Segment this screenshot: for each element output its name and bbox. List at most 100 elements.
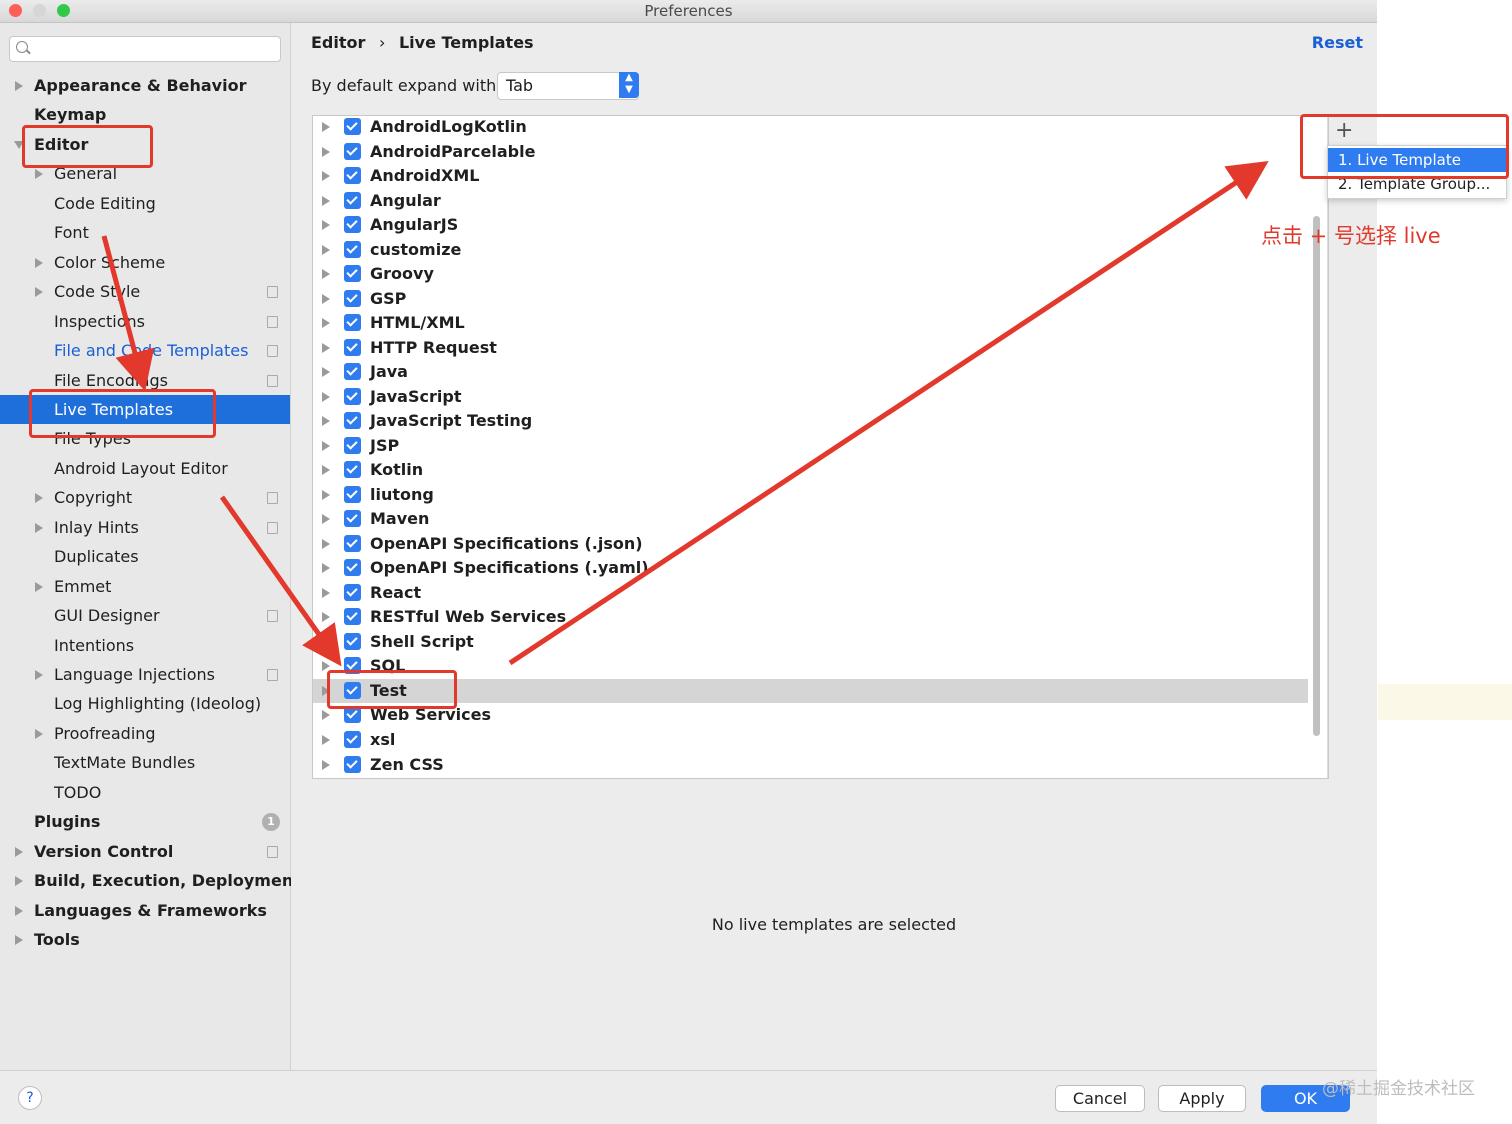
template-group-checkbox[interactable] <box>344 436 361 454</box>
template-group-row[interactable]: OpenAPI Specifications (.yaml) <box>313 556 1308 580</box>
chevron-right-icon[interactable] <box>322 244 330 255</box>
sidebar-item[interactable]: Appearance & Behavior <box>0 71 290 100</box>
template-group-row[interactable]: GSP <box>313 287 1308 311</box>
template-group-row[interactable]: OpenAPI Specifications (.json) <box>313 532 1308 556</box>
template-group-row[interactable]: SQL <box>313 654 1308 678</box>
chevron-right-icon[interactable] <box>322 514 330 525</box>
template-group-row[interactable]: JavaScript Testing <box>313 409 1308 433</box>
template-group-checkbox[interactable] <box>344 363 361 381</box>
template-group-checkbox[interactable] <box>344 755 361 773</box>
template-group-row[interactable]: Angular <box>313 189 1308 213</box>
template-group-row[interactable]: AngularJS <box>313 213 1308 237</box>
close-window-button[interactable] <box>9 4 22 17</box>
template-group-checkbox[interactable] <box>344 412 361 430</box>
template-group-row[interactable]: RESTful Web Services <box>313 605 1308 629</box>
sidebar-item[interactable]: Emmet <box>0 572 290 601</box>
minimize-window-button[interactable] <box>33 4 46 17</box>
sidebar-item[interactable]: Version Control <box>0 837 290 866</box>
sidebar-item[interactable]: Code Editing <box>0 189 290 218</box>
chevron-right-icon[interactable] <box>322 269 330 280</box>
template-group-checkbox[interactable] <box>344 510 361 528</box>
template-group-row[interactable]: AndroidXML <box>313 164 1308 188</box>
template-group-row[interactable]: HTTP Request <box>313 336 1308 360</box>
template-group-row[interactable]: liutong <box>313 483 1308 507</box>
template-group-checkbox[interactable] <box>344 216 361 234</box>
chevron-right-icon[interactable] <box>322 122 330 132</box>
template-group-row[interactable]: JavaScript <box>313 385 1308 409</box>
sidebar-item[interactable]: Tools <box>0 925 290 954</box>
template-group-checkbox[interactable] <box>344 706 361 724</box>
sidebar-item[interactable]: Android Layout Editor <box>0 454 290 483</box>
template-group-checkbox[interactable] <box>344 142 361 160</box>
template-group-checkbox[interactable] <box>344 338 361 356</box>
sidebar-item[interactable]: Inlay Hints <box>0 513 290 542</box>
template-group-row[interactable]: xsl <box>313 728 1308 752</box>
chevron-right-icon[interactable] <box>322 440 330 451</box>
template-group-row[interactable]: Maven <box>313 507 1308 531</box>
chevron-right-icon[interactable] <box>15 81 23 91</box>
chevron-right-icon[interactable] <box>322 416 330 427</box>
sidebar-item[interactable]: File and Code Templates <box>0 336 290 365</box>
chevron-right-icon[interactable] <box>322 318 330 329</box>
template-group-row[interactable]: Shell Script <box>313 630 1308 654</box>
template-group-row[interactable]: Kotlin <box>313 458 1308 482</box>
chevron-right-icon[interactable] <box>322 538 330 549</box>
template-group-checkbox[interactable] <box>344 608 361 626</box>
chevron-right-icon[interactable] <box>322 612 330 623</box>
template-group-checkbox[interactable] <box>344 559 361 577</box>
chevron-right-icon[interactable] <box>322 293 330 304</box>
template-group-checkbox[interactable] <box>344 167 361 185</box>
chevron-right-icon[interactable] <box>322 735 330 745</box>
sidebar-item[interactable]: Duplicates <box>0 542 290 571</box>
template-group-row[interactable]: HTML/XML <box>313 311 1308 335</box>
reset-link[interactable]: Reset <box>1312 33 1363 52</box>
zoom-window-button[interactable] <box>57 4 70 17</box>
cancel-button[interactable]: Cancel <box>1055 1085 1145 1112</box>
template-group-checkbox[interactable] <box>344 387 361 405</box>
template-group-row[interactable]: Zen CSS <box>313 753 1308 777</box>
template-group-row[interactable]: AndroidParcelable <box>313 140 1308 164</box>
chevron-right-icon[interactable] <box>35 493 43 504</box>
sidebar-item[interactable]: Build, Execution, Deployment <box>0 866 301 895</box>
template-group-row[interactable]: Web Services <box>313 703 1308 727</box>
template-group-checkbox[interactable] <box>344 118 361 135</box>
template-group-row[interactable]: Test <box>313 678 1308 703</box>
apply-button[interactable]: Apply <box>1158 1085 1246 1112</box>
chevron-right-icon[interactable] <box>322 220 330 231</box>
chevron-right-icon[interactable] <box>15 905 23 916</box>
sidebar-item[interactable]: TODO <box>0 778 290 807</box>
chevron-right-icon[interactable] <box>322 563 330 574</box>
chevron-right-icon[interactable] <box>35 581 43 592</box>
help-button[interactable]: ? <box>18 1086 42 1110</box>
sidebar-item[interactable]: TextMate Bundles <box>0 748 290 777</box>
chevron-right-icon[interactable] <box>322 171 330 182</box>
chevron-right-icon[interactable] <box>322 342 330 353</box>
chevron-right-icon[interactable] <box>15 935 23 946</box>
chevron-right-icon[interactable] <box>35 670 43 680</box>
sidebar-item[interactable]: Languages & Frameworks <box>0 896 290 925</box>
chevron-right-icon[interactable] <box>35 257 43 268</box>
template-group-checkbox[interactable] <box>344 583 361 601</box>
sidebar-item[interactable]: Font <box>0 218 290 247</box>
chevron-right-icon[interactable] <box>322 195 330 206</box>
chevron-right-icon[interactable] <box>15 846 23 857</box>
sidebar-item[interactable]: Inspections <box>0 307 290 336</box>
template-group-row[interactable]: Groovy <box>313 262 1308 286</box>
chevron-right-icon[interactable] <box>322 391 330 402</box>
template-group-checkbox[interactable] <box>344 289 361 307</box>
template-group-checkbox[interactable] <box>344 731 361 748</box>
chevron-right-icon[interactable] <box>322 465 330 476</box>
template-group-row[interactable]: React <box>313 581 1308 605</box>
chevron-right-icon[interactable] <box>322 759 330 770</box>
chevron-right-icon[interactable] <box>15 876 23 887</box>
chevron-right-icon[interactable] <box>322 489 330 500</box>
template-group-checkbox[interactable] <box>344 461 361 479</box>
sidebar-item[interactable]: Copyright <box>0 483 290 512</box>
template-group-checkbox[interactable] <box>344 314 361 332</box>
chevron-right-icon[interactable] <box>322 146 330 157</box>
sidebar-item[interactable]: Log Highlighting (Ideolog) <box>0 689 290 718</box>
sidebar-item[interactable]: Plugins 1 <box>0 807 290 836</box>
sidebar-item[interactable]: Color Scheme <box>0 248 290 277</box>
template-group-checkbox[interactable] <box>344 240 361 258</box>
sidebar-item[interactable]: Language Injections <box>0 660 290 689</box>
